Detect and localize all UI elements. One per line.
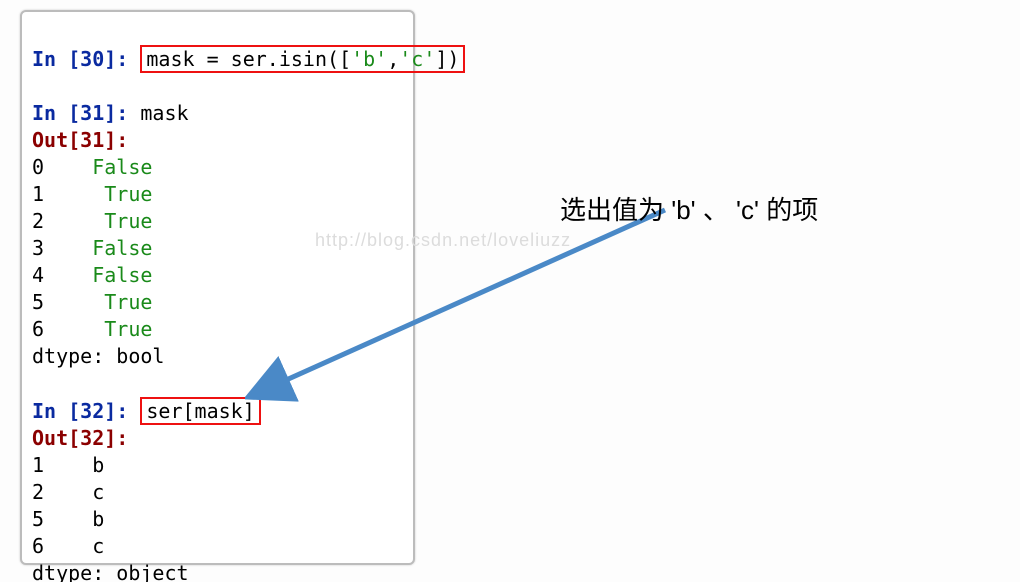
out-label: Out[	[32, 426, 80, 450]
series-row: 2 True	[32, 209, 152, 233]
in-number: 32	[80, 399, 104, 423]
series-row: 3 False	[32, 236, 152, 260]
dtype-line: dtype: bool	[32, 344, 164, 368]
annotation-text: 选出值为 'b' 、 'c' 的项	[560, 190, 818, 227]
series-row: 5 True	[32, 290, 152, 314]
string-literal: 'b'	[351, 47, 387, 71]
code-text: mask = ser.isin([	[146, 47, 351, 71]
dtype-line: dtype: object	[32, 561, 189, 582]
cell-30: In [30]: mask = ser.isin(['b','c'])	[32, 47, 465, 71]
code-text: ])	[435, 47, 459, 71]
in-close: ]:	[104, 47, 140, 71]
series-row: 4 False	[32, 263, 152, 287]
highlight-isin: mask = ser.isin(['b','c'])	[140, 45, 465, 73]
highlight-sermask: ser[mask]	[140, 397, 260, 425]
series-row: 1 b	[32, 453, 104, 477]
series-row: 0 False	[32, 155, 152, 179]
comma: ,	[387, 47, 399, 71]
series-row: 1 True	[32, 182, 152, 206]
out-number: 31	[80, 128, 104, 152]
series-row: 6 True	[32, 317, 152, 341]
cell-32-in: In [32]: ser[mask]	[32, 399, 261, 423]
in-label: In [	[32, 47, 80, 71]
out-number: 32	[80, 426, 104, 450]
out-label: Out[	[32, 128, 80, 152]
out-close: ]:	[104, 426, 128, 450]
cell-31-in: In [31]: mask	[32, 101, 189, 125]
code-text: mask	[140, 101, 188, 125]
out-close: ]:	[104, 128, 128, 152]
code-text: ser[mask]	[146, 399, 254, 423]
in-number: 31	[80, 101, 104, 125]
code-panel: In [30]: mask = ser.isin(['b','c']) In […	[20, 10, 415, 565]
in-label: In [	[32, 399, 80, 423]
series-row: 5 b	[32, 507, 104, 531]
series-row: 2 c	[32, 480, 104, 504]
in-number: 30	[80, 47, 104, 71]
in-label: In [	[32, 101, 80, 125]
in-close: ]:	[104, 399, 140, 423]
cell-31-out-label: Out[31]:	[32, 128, 128, 152]
in-close: ]:	[104, 101, 140, 125]
cell-32-out-label: Out[32]:	[32, 426, 128, 450]
series-row: 6 c	[32, 534, 104, 558]
string-literal: 'c'	[399, 47, 435, 71]
